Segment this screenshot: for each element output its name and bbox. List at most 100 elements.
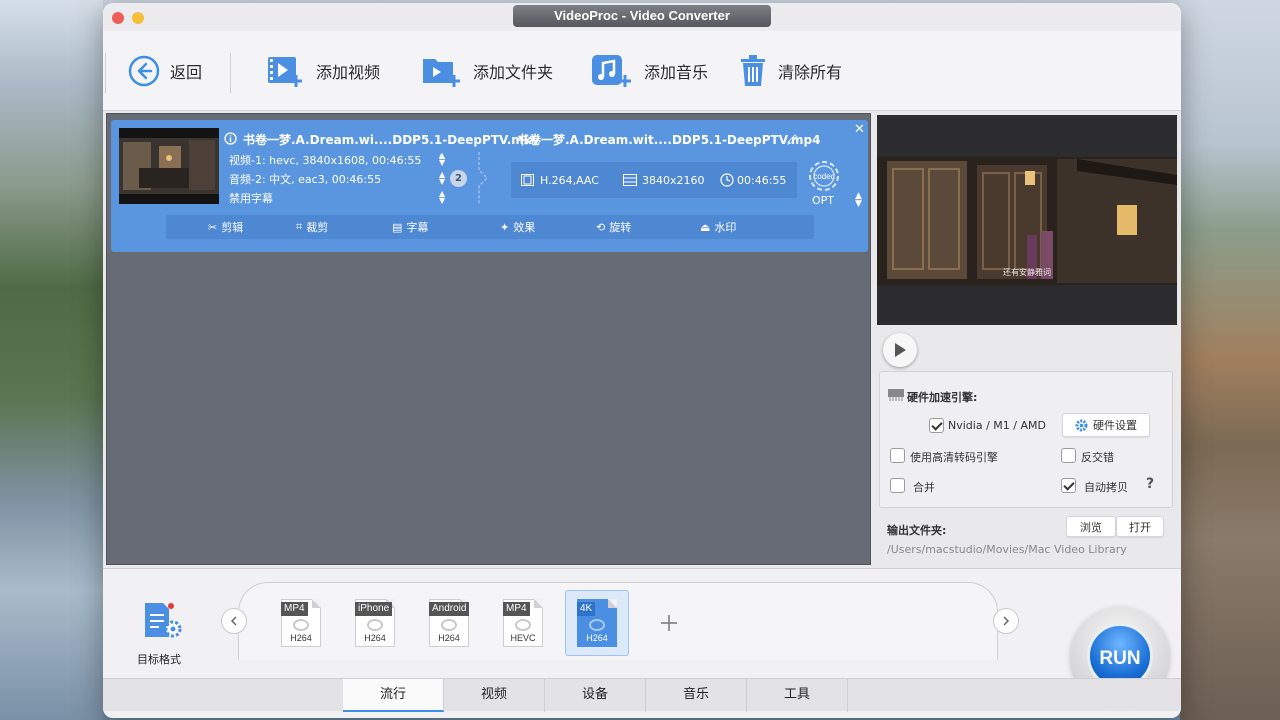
- output-info-box: H.264,AAC 3840x2160 00:46:55: [511, 162, 797, 198]
- hw-settings-button[interactable]: 硬件设置: [1062, 413, 1150, 437]
- clear-all-label: 清除所有: [778, 63, 843, 82]
- category-tabs: 流行 视频 设备 音乐 工具: [103, 678, 1181, 712]
- opt-label: OPT: [812, 194, 835, 207]
- subtitle-stepper-icon[interactable]: ▲ ▼: [439, 190, 445, 205]
- audio-count-badge: 2: [450, 170, 467, 187]
- subtitle-button[interactable]: ▤ 字幕: [392, 219, 428, 235]
- crop-button[interactable]: ⌗ 裁剪: [296, 219, 328, 235]
- format-item[interactable]: MP4 H264: [279, 599, 323, 649]
- subtitle-icon: ▤: [392, 220, 403, 234]
- tab-tools[interactable]: 工具: [747, 679, 848, 712]
- format-codec-label: HEVC: [510, 633, 536, 643]
- remove-file-close-icon[interactable]: ✕: [854, 122, 865, 137]
- rename-pencil-icon[interactable]: [787, 134, 798, 145]
- tab-popular[interactable]: 流行: [343, 679, 444, 712]
- add-video-icon: [268, 57, 302, 87]
- minimize-window-button[interactable]: [132, 12, 144, 24]
- format-codec-label: H264: [364, 633, 386, 643]
- format-item[interactable]: iPhone H264: [353, 599, 397, 649]
- hq-engine-checkbox[interactable]: [890, 448, 905, 463]
- magic-wand-icon: ✦: [500, 220, 510, 234]
- hq-engine-label: 使用高清转码引擎: [910, 451, 998, 464]
- format-tag: MP4: [281, 602, 308, 616]
- info-icon[interactable]: [224, 132, 237, 145]
- cut-button[interactable]: ✂ 剪辑: [208, 219, 243, 235]
- browse-button[interactable]: 浏览: [1066, 516, 1116, 537]
- format-codec-label: H264: [438, 633, 460, 643]
- subtitle-label: 字幕: [406, 221, 429, 234]
- convert-arrow-icon: [478, 152, 488, 204]
- format-item[interactable]: Android H264: [427, 599, 471, 649]
- play-button[interactable]: [883, 333, 917, 367]
- format-codec-label: H264: [586, 633, 608, 643]
- add-music-icon: [592, 55, 631, 87]
- card-reorder-stepper-icon[interactable]: ▲ ▼: [855, 192, 862, 209]
- clear-all-button[interactable]: 清除所有: [738, 53, 842, 89]
- gear-icon: [1075, 419, 1088, 431]
- codec-text: codec: [813, 172, 834, 181]
- watermark-label: 水印: [714, 221, 737, 234]
- rotate-label: 旋转: [609, 221, 632, 234]
- tab-video[interactable]: 视频: [444, 679, 545, 712]
- clock-icon: [720, 173, 734, 187]
- codec-options-button[interactable]: codec OPT: [805, 158, 843, 208]
- resolution-icon: [623, 174, 637, 186]
- format-item[interactable]: MP4 HEVC: [501, 599, 545, 649]
- app-window: VideoProc - Video Converter 返回 添加视频 添加文件…: [103, 3, 1181, 718]
- video-preview[interactable]: 还有安静雅词: [877, 115, 1177, 325]
- merge-checkbox[interactable]: [890, 478, 905, 493]
- format-tag: 4K: [577, 602, 596, 616]
- nvidia-label: Nvidia / M1 / AMD: [948, 419, 1046, 432]
- output-duration: 00:46:55: [737, 174, 787, 187]
- help-icon[interactable]: ?: [1146, 476, 1154, 492]
- tab-music[interactable]: 音乐: [646, 679, 747, 712]
- toolbar: 返回 添加视频 添加文件夹 添加音乐 清除所有: [103, 31, 1181, 111]
- add-video-button[interactable]: 添加视频: [266, 53, 380, 89]
- video-stepper-icon[interactable]: ▲ ▼: [439, 152, 445, 167]
- deinterlace-checkbox[interactable]: [1061, 448, 1076, 463]
- plus-icon: [661, 615, 677, 631]
- add-folder-button[interactable]: 添加文件夹: [421, 53, 553, 89]
- play-icon: [895, 343, 906, 357]
- watermark-button[interactable]: ⏏ 水印: [700, 219, 736, 235]
- film-reel-icon: [589, 619, 605, 631]
- file-card[interactable]: 书卷一梦.A.Dream.wi....DDP5.1-DeepPTV.mkv 视频…: [111, 120, 868, 252]
- rotate-button[interactable]: ⟲ 旋转: [596, 219, 631, 235]
- audio-stepper-icon[interactable]: ▲ ▼: [439, 171, 445, 186]
- hardware-settings-panel: 硬件加速引擎: Nvidia / M1 / AMD 硬件设置 使用高清转码引擎 …: [879, 371, 1173, 508]
- open-folder-button[interactable]: 打开: [1116, 516, 1164, 537]
- back-button[interactable]: 返回: [128, 53, 202, 89]
- nvidia-checkbox[interactable]: [929, 418, 944, 433]
- formats-prev-button[interactable]: [221, 608, 247, 634]
- chevron-right-icon: [1003, 616, 1010, 626]
- add-music-label: 添加音乐: [644, 63, 709, 82]
- window-title: VideoProc - Video Converter: [513, 5, 771, 27]
- format-codec-label: H264: [290, 633, 312, 643]
- video-track-select[interactable]: 视频-1: hevc, 3840x1608, 00:46:55: [229, 152, 421, 168]
- source-file-name: 书卷一梦.A.Dream.wi....DDP5.1-DeepPTV.mkv: [243, 133, 540, 147]
- film-reel-icon: [293, 619, 309, 631]
- target-format-button[interactable]: 目标格式: [133, 601, 185, 666]
- watermark-stamp-icon: ⏏: [700, 220, 711, 234]
- auto-copy-checkbox[interactable]: [1061, 478, 1076, 493]
- audio-track-select[interactable]: 音频-2: 中文, eac3, 00:46:55: [229, 171, 381, 187]
- add-folder-label: 添加文件夹: [473, 63, 554, 82]
- format-item[interactable]: 4K H264: [565, 590, 629, 656]
- crop-icon: ⌗: [296, 220, 303, 233]
- close-window-button[interactable]: [112, 12, 124, 24]
- codec-gear-icon: codec: [809, 161, 839, 191]
- format-tag: Android: [429, 602, 470, 616]
- chevron-left-icon: [230, 616, 237, 626]
- formats-next-button[interactable]: [993, 608, 1019, 634]
- output-codec: H.264,AAC: [540, 174, 599, 187]
- subtitle-select[interactable]: 禁用字幕: [229, 190, 273, 206]
- target-format-icon: [145, 603, 182, 638]
- add-format-button[interactable]: [656, 610, 682, 636]
- deinterlace-label: 反交错: [1081, 451, 1114, 464]
- tab-device[interactable]: 设备: [545, 679, 646, 712]
- add-music-button[interactable]: 添加音乐: [590, 53, 708, 89]
- scissors-icon: ✂: [208, 220, 218, 234]
- video-thumbnail[interactable]: [119, 128, 219, 204]
- effects-button[interactable]: ✦ 效果: [500, 219, 535, 235]
- film-icon: [521, 174, 534, 186]
